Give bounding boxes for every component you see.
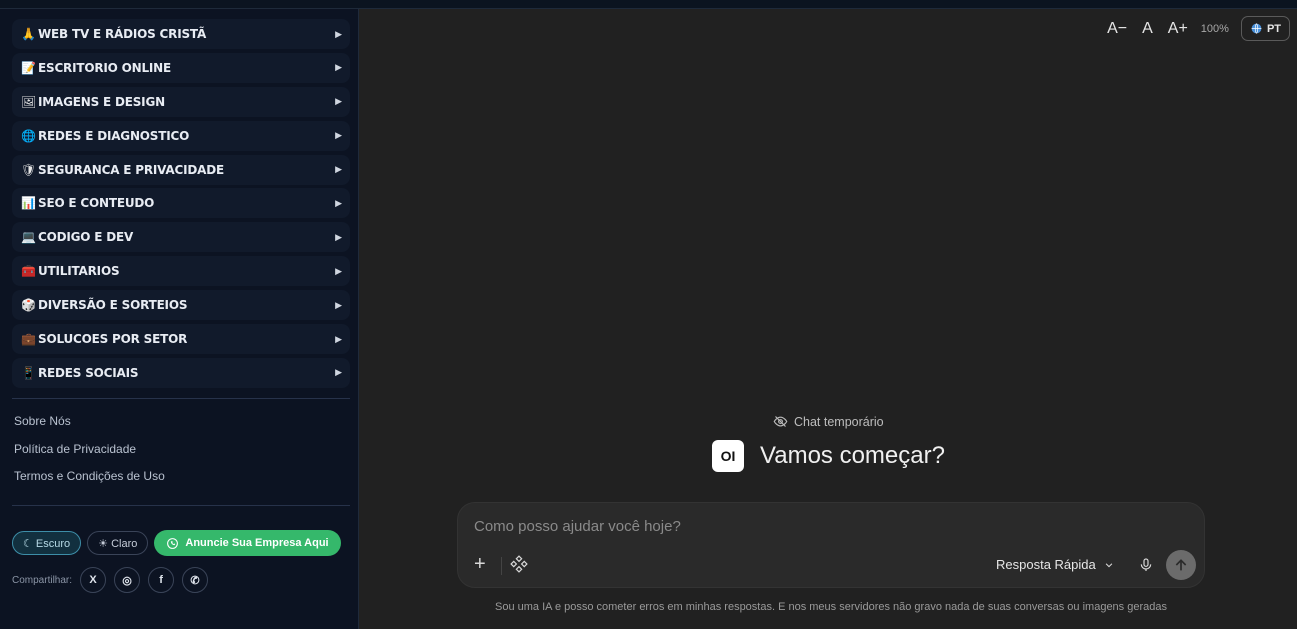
tools-icon[interactable] [510, 555, 528, 573]
sidebar-item-label: IMAGENS E DESIGN [38, 94, 165, 109]
greeting: OI Vamos começar? [712, 440, 945, 472]
sidebar: 🙏 WEB TV E RÁDIOS CRISTÃ ▶ 📝 ESCRITORIO ONLI… [0, 9, 359, 629]
category-icon: 📱 [21, 365, 36, 380]
sidebar-item-label: SOLUCOES POR SETOR [38, 332, 188, 347]
instagram-share-icon[interactable]: ◎ [114, 567, 141, 593]
footer-link[interactable]: Política de Privacidade [14, 441, 165, 469]
category-icon: 🛡 [21, 162, 37, 177]
model-selector[interactable]: Resposta Rápida [996, 557, 1114, 572]
divider [12, 505, 350, 506]
sidebar-item-label: REDES SOCIAIS [38, 365, 139, 380]
sidebar-item[interactable]: 📱 REDES SOCIAIS ▶ [12, 357, 350, 388]
category-icon: 📊 [21, 196, 36, 211]
greeting-text: Vamos começar? [760, 442, 945, 469]
sidebar-item-label: WEB TV E RÁDIOS CRISTÃ [38, 27, 207, 41]
language-label: PT [1266, 22, 1281, 35]
category-icon: 📝 [21, 60, 36, 75]
chevron-down-icon [1105, 562, 1113, 567]
font-decrease-button[interactable]: A− [1107, 20, 1127, 38]
expand-arrow-icon: ▶ [335, 130, 342, 141]
expand-arrow-icon: ▶ [335, 299, 342, 310]
divider [12, 398, 350, 399]
accessibility-toolbar: A− A A+ 100% PT [1092, 16, 1290, 41]
expand-arrow-icon: ▶ [335, 367, 342, 378]
top-border [0, 0, 1297, 9]
temporary-chat-label: Chat temporário [794, 414, 884, 429]
divider [501, 557, 502, 575]
facebook-share-icon[interactable]: f [148, 567, 175, 593]
category-icon: 💻 [21, 230, 36, 245]
plus-icon[interactable]: + [474, 553, 486, 576]
sidebar-item-label: REDES E DIAGNOSTICO [38, 128, 190, 143]
sidebar-item[interactable]: 🖼 IMAGENS E DESIGN ▶ [12, 86, 350, 117]
zoom-level: 100% [1200, 22, 1229, 35]
theme-light-button[interactable]: ☀ Claro [87, 531, 149, 555]
microphone-icon[interactable] [1138, 555, 1154, 575]
category-icon: 🎲 [21, 298, 36, 313]
temporary-chat-indicator[interactable]: Chat temporário [773, 414, 884, 429]
arrow-up-icon [1175, 559, 1187, 571]
sidebar-item-label: SEO E CONTEUDO [38, 196, 155, 211]
sidebar-item[interactable]: 🙏 WEB TV E RÁDIOS CRISTÃ ▶ [12, 19, 350, 49]
category-icon: 🖼 [21, 94, 37, 109]
model-label: Resposta Rápida [996, 557, 1096, 572]
category-icon: 🌐 [21, 128, 36, 143]
sidebar-item-label: SEGURANCA E PRIVACIDADE [38, 162, 224, 177]
eye-off-icon [773, 416, 788, 427]
sidebar-item[interactable]: 📊 SEO E CONTEUDO ▶ [12, 188, 350, 219]
theme-row: ☾ Escuro ☀ Claro Anuncie Sua Empresa Aqu… [12, 530, 341, 556]
footer-link[interactable]: Sobre Nós [14, 413, 165, 441]
x-share-icon[interactable]: X [80, 567, 107, 593]
font-normal-button[interactable]: A [1142, 20, 1153, 38]
advertise-label: Anuncie Sua Empresa Aqui [185, 537, 329, 549]
sidebar-item[interactable]: 🌐 REDES E DIAGNOSTICO ▶ [12, 120, 350, 151]
category-icon: 🧰 [21, 264, 36, 279]
whatsapp-icon [167, 537, 179, 549]
expand-arrow-icon: ▶ [335, 28, 342, 39]
expand-arrow-icon: ▶ [335, 231, 342, 242]
sidebar-menu: 🙏 WEB TV E RÁDIOS CRISTÃ ▶ 📝 ESCRITORIO ONLI… [12, 19, 350, 392]
sidebar-item[interactable]: 📝 ESCRITORIO ONLINE ▶ [12, 52, 350, 83]
share-row: Compartilhar: X ◎ f ✆ [12, 567, 209, 593]
sidebar-item-label: ESCRITORIO ONLINE [38, 60, 172, 75]
category-icon: 💼 [21, 332, 36, 347]
sidebar-item-label: UTILITARIOS [38, 264, 120, 279]
expand-arrow-icon: ▶ [335, 333, 342, 344]
whatsapp-share-icon[interactable]: ✆ [182, 567, 209, 593]
chat-input[interactable] [472, 517, 1176, 536]
category-icon: 🙏 [21, 27, 36, 41]
theme-dark-button[interactable]: ☾ Escuro [12, 531, 82, 555]
expand-arrow-icon: ▶ [335, 164, 342, 175]
expand-arrow-icon: ▶ [335, 197, 342, 208]
expand-arrow-icon: ▶ [335, 265, 342, 276]
font-increase-button[interactable]: A+ [1168, 20, 1188, 38]
language-button[interactable]: PT [1240, 16, 1290, 41]
footer-links: Sobre Nós Política de Privacidade Termos e… [14, 413, 165, 496]
sidebar-item[interactable]: 💼 SOLUCOES POR SETOR ▶ [12, 324, 350, 355]
expand-arrow-icon: ▶ [335, 96, 342, 107]
sidebar-item[interactable]: 🎲 DIVERSÃO E SORTEIOS ▶ [12, 290, 350, 321]
chat-input-box: + Resposta Rápida [457, 502, 1205, 588]
sidebar-item[interactable]: 🧰 UTILITARIOS ▶ [12, 256, 350, 287]
advertise-button[interactable]: Anuncie Sua Empresa Aqui [154, 530, 341, 556]
share-label: Compartilhar: [12, 574, 73, 586]
send-button[interactable] [1166, 550, 1196, 580]
sidebar-item-label: CODIGO E DEV [38, 230, 134, 245]
sidebar-item[interactable]: 🛡 SEGURANCA E PRIVACIDADE ▶ [12, 154, 350, 185]
sidebar-item-label: DIVERSÃO E SORTEIOS [38, 298, 188, 313]
footer-link[interactable]: Termos e Condições de Uso [14, 468, 165, 496]
globe-icon [1251, 23, 1262, 34]
disclaimer: Sou uma IA e posso cometer erros em minh… [495, 601, 1167, 613]
expand-arrow-icon: ▶ [335, 62, 342, 73]
sidebar-item[interactable]: 💻 CODIGO E DEV ▶ [12, 222, 350, 253]
app-logo: OI [712, 440, 744, 472]
